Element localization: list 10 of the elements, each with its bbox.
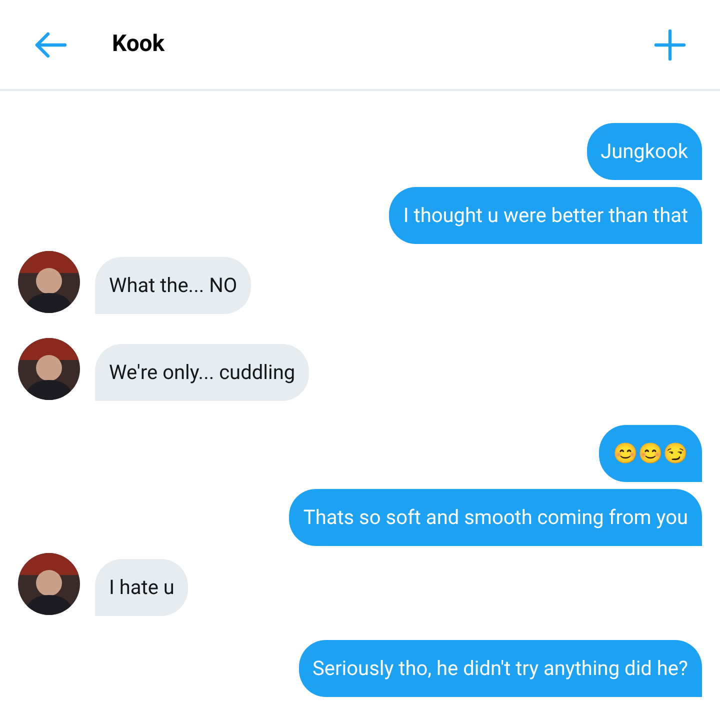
- conversation-title: Kook: [112, 29, 165, 60]
- sent-message: Seriously tho, he didn't try anything did he?: [298, 640, 702, 697]
- sent-message: I thought u were better than that: [389, 187, 702, 244]
- sent-message: 😊😊😏: [599, 425, 702, 482]
- received-message: I hate u: [95, 559, 188, 616]
- sent-message: Jungkook: [586, 123, 702, 180]
- sent-message: Thats so soft and smooth coming from you: [289, 489, 702, 546]
- add-icon[interactable]: [653, 28, 687, 62]
- received-message: We're only... cuddling: [95, 344, 310, 401]
- received-message: What the... NO: [95, 257, 252, 314]
